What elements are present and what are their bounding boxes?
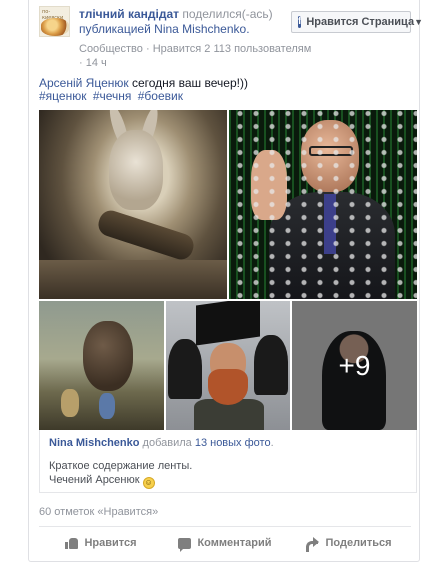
food-image [41,18,69,36]
like-button[interactable]: Нравится [39,530,163,556]
community-label: Сообщество [79,43,143,55]
comment-icon [178,537,192,552]
timestamp[interactable]: 14 ч [86,57,107,69]
avatar-caption: по-киевски [42,9,63,21]
shared-action: добавила [142,437,192,449]
photo-matrix-man[interactable] [229,110,417,299]
page-avatar[interactable]: по-киевски [39,6,70,37]
share-icon [306,537,320,552]
feed-story: по-киевски тлічний кандідат поделился(-а… [28,0,423,562]
hashtag-link[interactable]: #чечня [93,89,132,103]
divider [39,526,411,527]
like-page-label: Нравится Страница [306,16,415,28]
chevron-down-icon[interactable]: ▼ [414,17,423,27]
hashtag-link[interactable]: #яценюк [39,89,86,103]
shared-post-attachment: Nina Mishchenko добавила 13 новых фото. … [39,430,417,493]
time-line: · 14 ч [79,57,107,69]
new-photos-link[interactable]: 13 новых фото [195,437,271,449]
action-bar: Нравится Комментарий Поделиться [39,530,411,556]
author-line: тлічний кандідат поделился(-ась) публика… [79,7,289,37]
photo-fighters[interactable] [166,301,290,430]
comment-label: Комментарий [197,537,272,549]
shared-description: Краткое содержание ленты. [49,460,193,472]
shared-text: поделился(-ась) [182,7,273,21]
facebook-f-icon: f [298,16,302,28]
publication-link[interactable]: публикацией Nina Mishchenko. [79,22,250,36]
thumbs-up-icon [65,537,79,549]
hashtags: #яценюк #чечня #боевик [39,89,411,104]
photo-creature-field[interactable] [39,301,164,430]
community-likes: Нравится 2 113 пользователям [152,43,312,55]
smile-emoji-icon: ☺ [142,477,155,489]
like-page-button[interactable]: f Нравится Страница ▼ [291,11,423,33]
photo-grid: +9 [39,110,417,430]
share-label: Поделиться [325,537,392,549]
mention-link[interactable]: Арсеній Яценюк [39,76,129,90]
comment-button[interactable]: Комментарий [163,530,287,556]
shared-description-2: Чечений Арсенюк ☺ [49,474,155,489]
message-text: сегодня ваш вечер!)) [128,76,248,90]
photo-rabbit-bazooka[interactable] [39,110,227,299]
author-name[interactable]: тлічний кандідат [79,7,179,21]
share-button[interactable]: Поделиться [287,530,411,556]
story-header: по-киевски тлічний кандідат поделился(-а… [39,6,423,69]
hashtag-link[interactable]: #боевик [138,89,183,103]
meta-line: Сообщество · Нравится 2 113 пользователя… [79,43,312,55]
shared-post-header: Nina Mishchenko добавила 13 новых фото. [49,437,274,449]
like-label: Нравится [84,537,137,549]
likes-count[interactable]: 60 отметок «Нравится» [39,506,158,518]
more-photos-count: +9 [338,349,371,381]
shared-author[interactable]: Nina Mishchenko [49,437,139,449]
photo-more[interactable]: +9 [292,301,417,430]
